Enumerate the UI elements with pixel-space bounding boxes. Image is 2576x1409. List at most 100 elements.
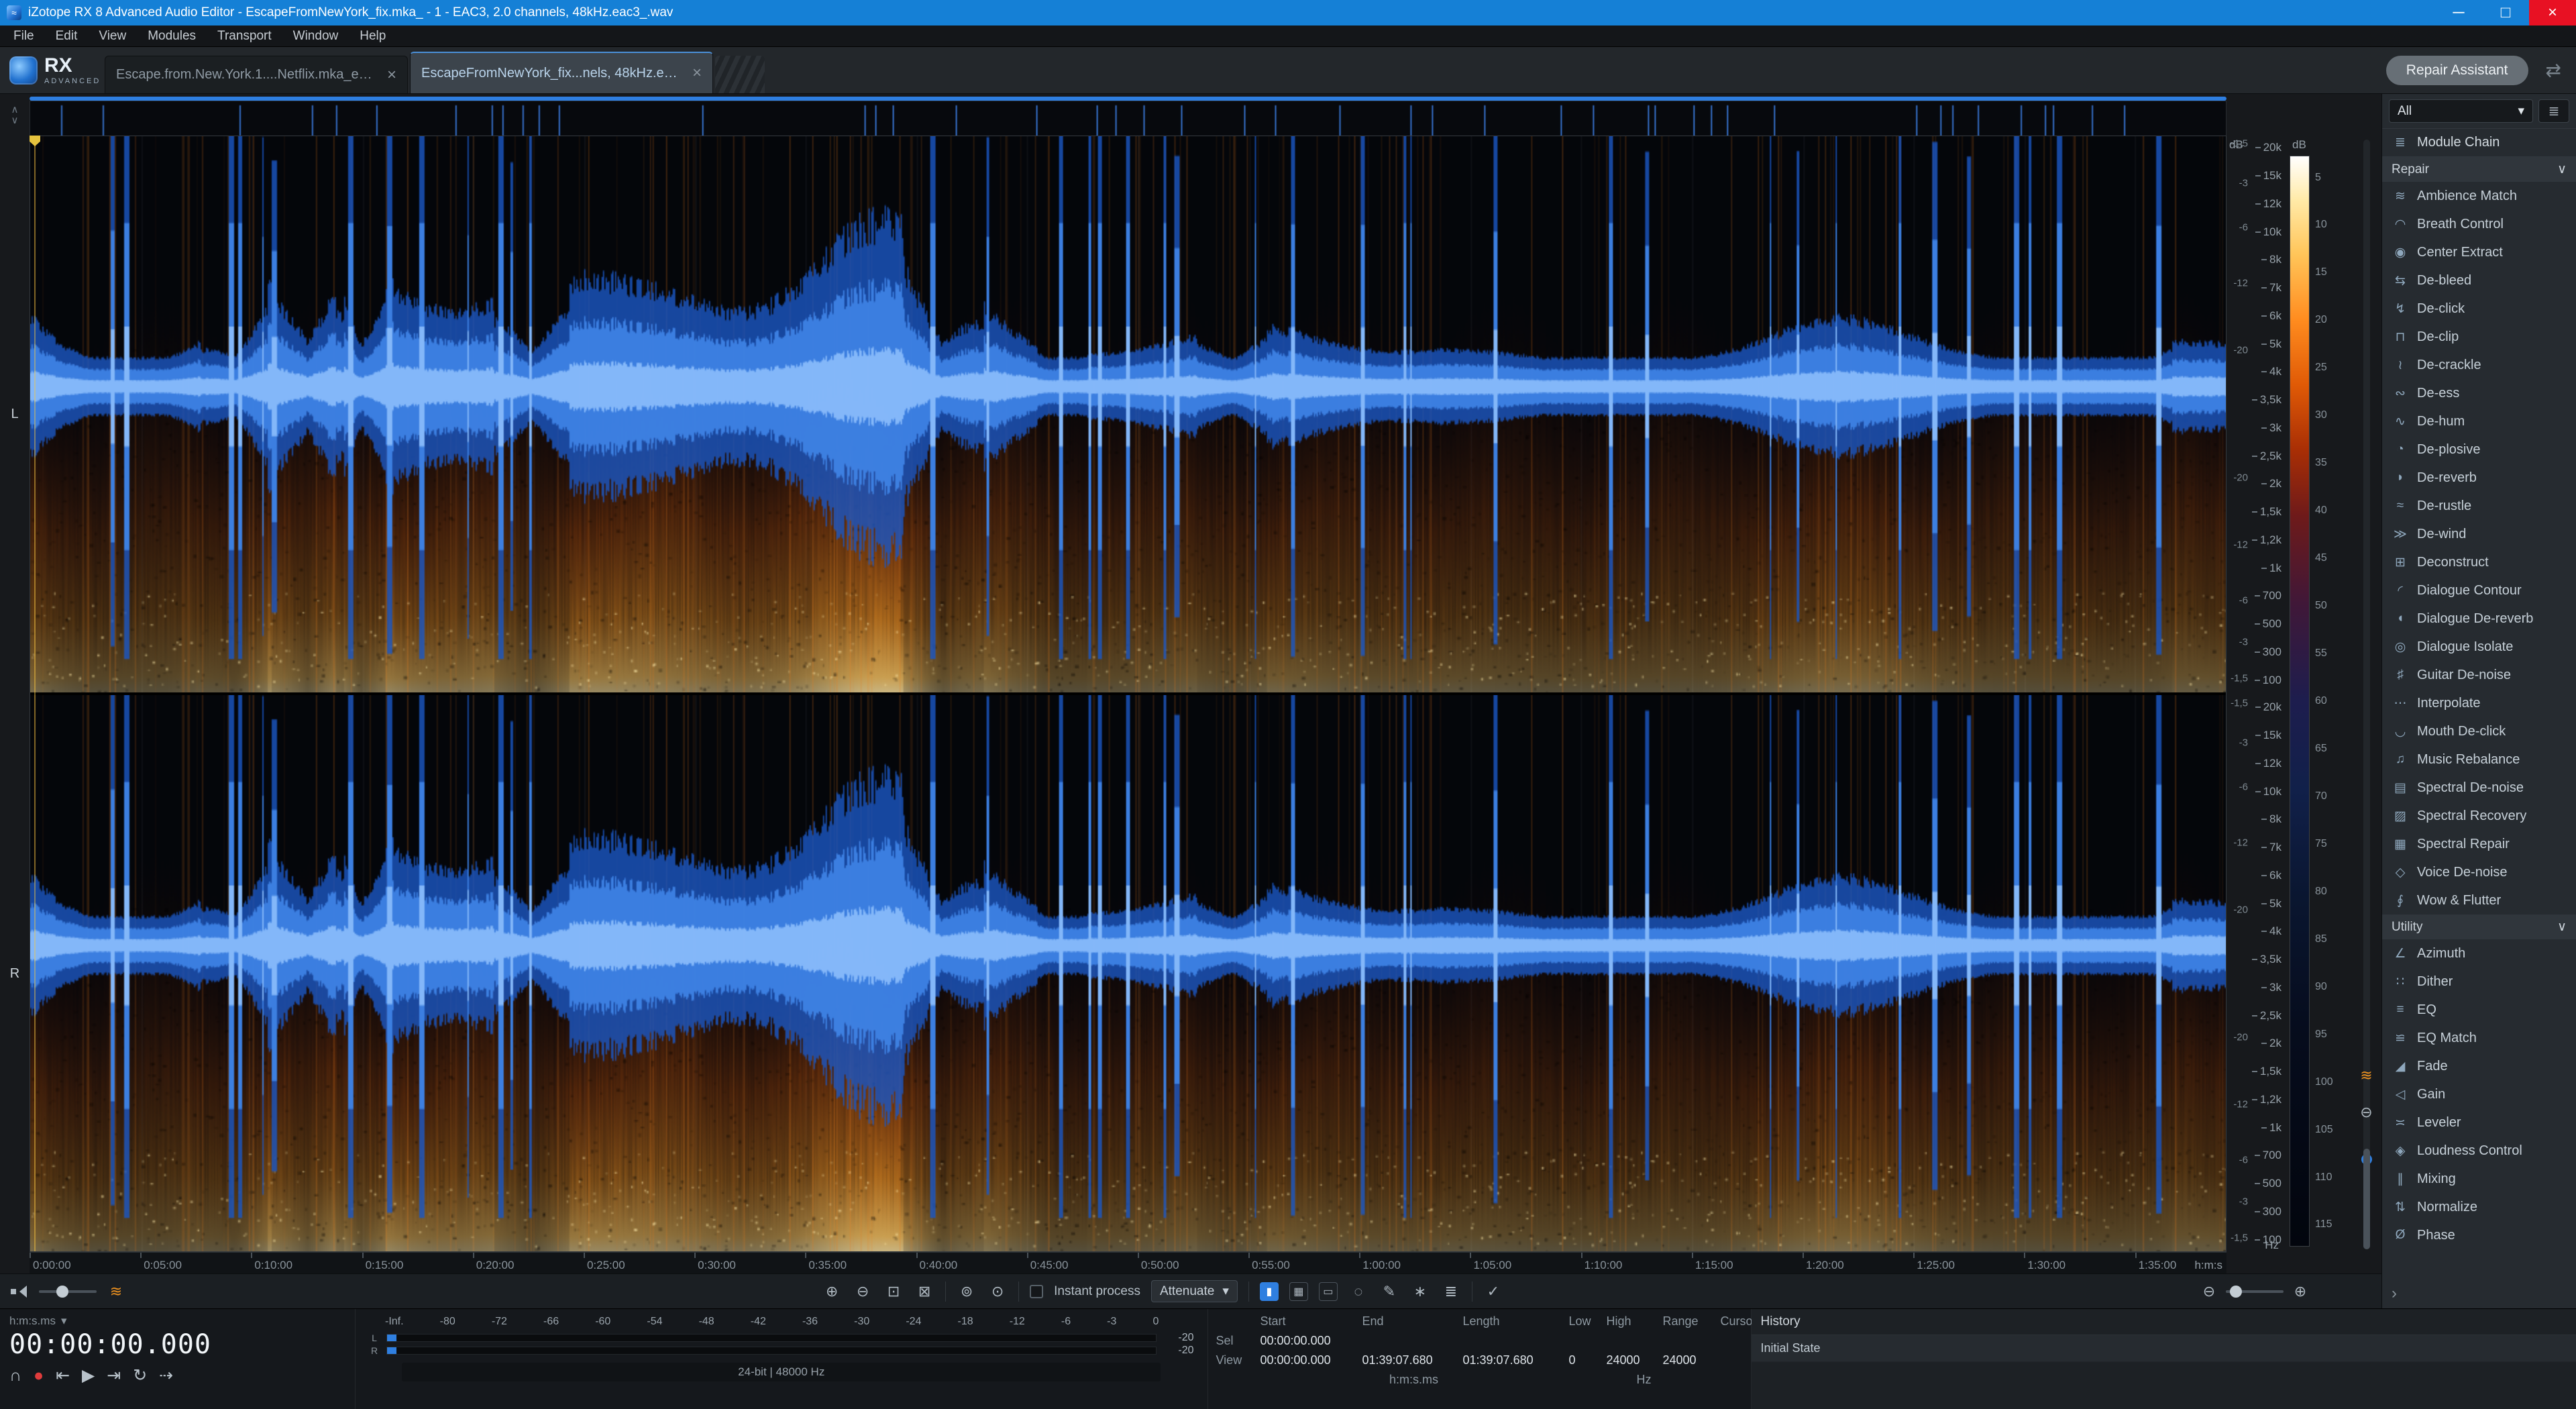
spectrogram-channel-left[interactable] — [30, 136, 2226, 692]
module-item-voice-de-noise[interactable]: ◇Voice De-noise — [2382, 858, 2576, 886]
minimize-button[interactable]: ─ — [2435, 0, 2482, 25]
tab-close-icon[interactable]: × — [692, 64, 702, 83]
menu-transport[interactable]: Transport — [207, 27, 282, 46]
spectrogram-channel-right[interactable] — [30, 695, 2226, 1251]
menu-window[interactable]: Window — [282, 27, 350, 46]
view-high-value[interactable]: 24000 — [1607, 1353, 1662, 1367]
menu-view[interactable]: View — [88, 27, 137, 46]
process-selection-icon[interactable]: ✓ — [1483, 1283, 1503, 1300]
zoom-fit-icon[interactable]: ⊠ — [914, 1283, 934, 1300]
zoom-selection-icon[interactable]: ⊡ — [883, 1283, 904, 1300]
menu-edit[interactable]: Edit — [45, 27, 89, 46]
module-item-fade[interactable]: ◢Fade — [2382, 1052, 2576, 1080]
section-repair[interactable]: Repair∨ — [2382, 157, 2576, 182]
instant-process-checkbox[interactable] — [1030, 1285, 1043, 1298]
go-to-start-button[interactable]: ⇤ — [56, 1365, 70, 1386]
loop-button[interactable]: ↻ — [133, 1365, 147, 1386]
volume-slider[interactable] — [39, 1290, 97, 1293]
vertical-zoom-out-icon[interactable]: ⊖ — [2360, 1104, 2372, 1121]
module-item-gain[interactable]: ◁Gain — [2382, 1080, 2576, 1108]
module-item-ambience-match[interactable]: ≋Ambience Match — [2382, 182, 2576, 210]
view-low-value[interactable]: 0 — [1569, 1353, 1605, 1367]
time-format-dropdown-icon[interactable]: ▾ — [61, 1314, 67, 1328]
module-item-de-rustle[interactable]: ≈De-rustle — [2382, 492, 2576, 520]
module-item-de-crackle[interactable]: ≀De-crackle — [2382, 351, 2576, 379]
brush-tool-icon[interactable]: ✎ — [1379, 1283, 1399, 1300]
tab-escape-from-new-york-1-n[interactable]: Escape.from.New.York.1....Netflix.mka_en… — [105, 56, 408, 93]
module-item-wow-flutter[interactable]: ∮Wow & Flutter — [2382, 886, 2576, 915]
module-item-spectral-recovery[interactable]: ▨Spectral Recovery — [2382, 802, 2576, 830]
module-item-dialogue-contour[interactable]: ◜Dialogue Contour — [2382, 576, 2576, 605]
panel-expand-icon[interactable]: › — [2382, 1279, 2576, 1308]
spectrogram-waveform-blend-icon[interactable]: ≋ — [106, 1283, 126, 1300]
zoom-out-time-icon[interactable]: ⊖ — [853, 1283, 873, 1300]
module-item-de-ess[interactable]: ∾De-ess — [2382, 379, 2576, 407]
record-button[interactable]: ● — [34, 1366, 44, 1386]
magic-wand-tool-icon[interactable]: ∗ — [1410, 1283, 1430, 1300]
menu-help[interactable]: Help — [349, 27, 396, 46]
overview-collapse-up-icon[interactable]: ∧ — [11, 105, 19, 115]
time-frequency-selection-tool[interactable]: ▦ — [1289, 1282, 1308, 1301]
process-mode-dropdown[interactable]: Attenuate ▾ — [1151, 1280, 1238, 1302]
view-start-value[interactable]: 00:00:00.000 — [1260, 1353, 1361, 1367]
module-item-leveler[interactable]: ≍Leveler — [2382, 1108, 2576, 1137]
tab-escapefromnewyork-fix-ne[interactable]: EscapeFromNewYork_fix...nels, 48kHz.eac3… — [410, 52, 713, 93]
section-utility[interactable]: Utility∨ — [2382, 915, 2576, 939]
view-range-value[interactable]: 24000 — [1663, 1353, 1719, 1367]
spectrogram-view[interactable] — [30, 136, 2226, 1252]
module-item-azimuth[interactable]: ∠Azimuth — [2382, 939, 2576, 968]
module-item-dialogue-de-reverb[interactable]: ◖Dialogue De-reverb — [2382, 605, 2576, 633]
spectrogram-blend-icon[interactable]: ≋ — [2360, 1067, 2372, 1084]
volume-slider-knob[interactable] — [56, 1286, 68, 1298]
monitor-headphones-icon[interactable]: ∩ — [9, 1366, 21, 1386]
menu-modules[interactable]: Modules — [137, 27, 207, 46]
module-item-music-rebalance[interactable]: ♫Music Rebalance — [2382, 745, 2576, 774]
frequency-selection-tool[interactable]: ▭ — [1319, 1282, 1338, 1301]
module-item-phase[interactable]: ØPhase — [2382, 1221, 2576, 1249]
module-list-view-button[interactable]: ≣ — [2538, 99, 2569, 123]
history-item[interactable]: Initial State — [1752, 1335, 2576, 1362]
menu-file[interactable]: File — [3, 27, 45, 46]
module-item-de-reverb[interactable]: ◗De-reverb — [2382, 464, 2576, 492]
sel-start-value[interactable]: 00:00:00.000 — [1260, 1334, 1361, 1348]
pan-tool-icon[interactable]: ⊙ — [987, 1283, 1008, 1300]
module-item-spectral-de-noise[interactable]: ▤Spectral De-noise — [2382, 774, 2576, 802]
maximize-button[interactable]: □ — [2482, 0, 2529, 25]
module-item-loudness-control[interactable]: ◈Loudness Control — [2382, 1137, 2576, 1165]
zoom-in-time-icon[interactable]: ⊕ — [822, 1283, 842, 1300]
module-item-de-clip[interactable]: ⊓De-clip — [2382, 323, 2576, 351]
horizontal-zoom-slider[interactable] — [2226, 1290, 2284, 1293]
horizontal-zoom-out-icon[interactable]: ⊖ — [2199, 1283, 2219, 1300]
module-item-de-bleed[interactable]: ⇆De-bleed — [2382, 266, 2576, 295]
play-button[interactable]: ▶ — [82, 1365, 95, 1386]
module-item-spectral-repair[interactable]: ▦Spectral Repair — [2382, 830, 2576, 858]
horizontal-zoom-in-icon[interactable]: ⊕ — [2290, 1283, 2310, 1300]
module-item-de-plosive[interactable]: ◔De-plosive — [2382, 435, 2576, 464]
module-item-eq-match[interactable]: ≌EQ Match — [2382, 1024, 2576, 1052]
lasso-tool-icon[interactable]: ◌ — [1348, 1283, 1368, 1300]
compare-arrows-icon[interactable]: ⇄ — [2546, 59, 2561, 81]
module-filter-dropdown[interactable]: All ▾ — [2389, 99, 2533, 123]
module-item-mouth-de-click[interactable]: ◡Mouth De-click — [2382, 717, 2576, 745]
module-item-de-hum[interactable]: ∿De-hum — [2382, 407, 2576, 435]
overview-collapse-down-icon[interactable]: ∨ — [11, 115, 19, 125]
module-item-center-extract[interactable]: ◉Center Extract — [2382, 238, 2576, 266]
module-item-deconstruct[interactable]: ⊞Deconstruct — [2382, 548, 2576, 576]
repair-assistant-button[interactable]: Repair Assistant — [2386, 56, 2528, 85]
go-to-end-button[interactable]: ⇥ — [107, 1365, 121, 1386]
module-item-normalize[interactable]: ⇅Normalize — [2382, 1193, 2576, 1221]
tab-close-icon[interactable]: × — [387, 66, 396, 85]
vertical-scroll-thumb[interactable] — [2363, 1149, 2370, 1249]
module-item-de-click[interactable]: ↯De-click — [2382, 295, 2576, 323]
module-item-dither[interactable]: ∷Dither — [2382, 968, 2576, 996]
module-item-dialogue-isolate[interactable]: ◎Dialogue Isolate — [2382, 633, 2576, 661]
monitor-volume-icon[interactable] — [11, 1284, 30, 1300]
module-item-mixing[interactable]: ∥Mixing — [2382, 1165, 2576, 1193]
module-item-eq[interactable]: ≡EQ — [2382, 996, 2576, 1024]
view-end-value[interactable]: 01:39:07.680 — [1362, 1353, 1462, 1367]
module-chain-item[interactable]: ≣ Module Chain — [2382, 128, 2576, 157]
module-item-de-wind[interactable]: ≫De-wind — [2382, 520, 2576, 548]
module-item-guitar-de-noise[interactable]: ♯Guitar De-noise — [2382, 661, 2576, 689]
time-ruler-strip[interactable]: h:m:s 0:00:000:05:000:10:000:15:000:20:0… — [30, 1252, 2226, 1273]
module-item-interpolate[interactable]: ⋯Interpolate — [2382, 689, 2576, 717]
